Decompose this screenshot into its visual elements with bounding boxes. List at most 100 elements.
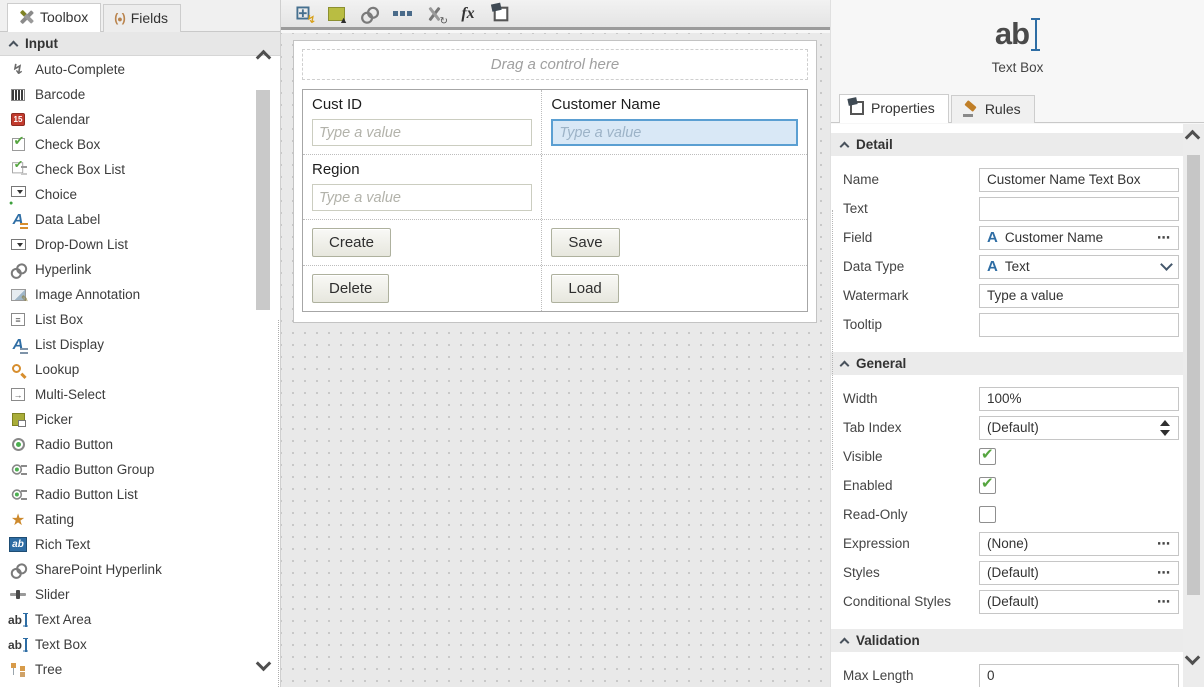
form-row: Delete Load <box>303 265 807 311</box>
max-length-field[interactable]: 0 <box>979 663 1179 687</box>
toolbox-item-sharepoint-hyperlink[interactable]: SharePoint Hyperlink <box>0 557 250 582</box>
read-only-checkbox[interactable] <box>979 506 996 523</box>
tools-refresh-icon[interactable]: ↻ <box>423 3 448 27</box>
toolbox-item-tree[interactable]: Tree <box>0 657 250 682</box>
toolbox-item-choice[interactable]: Choice <box>0 182 250 207</box>
toolbox-item-label: Calendar <box>35 112 90 127</box>
toolbox-panel: Toolbox (●) Fields Input ↯ Auto-Complete B… <box>0 0 281 687</box>
toolbox-item-label: Check Box <box>35 137 101 152</box>
expression-field[interactable]: (None) ⋯ <box>979 531 1179 556</box>
text-field[interactable] <box>979 196 1179 221</box>
form-export-icon[interactable]: ▲ <box>324 3 348 25</box>
toolbox-item-auto-complete[interactable]: ↯ Auto-Complete <box>0 57 250 82</box>
enabled-checkbox[interactable] <box>979 474 996 494</box>
textbox-control-icon: ab <box>995 18 1041 51</box>
form-cell <box>542 155 807 219</box>
toolbox-item-calendar[interactable]: 15 Calendar <box>0 107 250 132</box>
styles-field[interactable]: (Default) ⋯ <box>979 560 1179 585</box>
toolbox-item-radio-button-group[interactable]: Radio Button Group <box>0 457 250 482</box>
tab-index-field[interactable]: (Default) <box>979 415 1179 440</box>
form-cell: Cust ID Type a value <box>303 90 543 154</box>
scroll-down-icon[interactable] <box>1184 649 1201 666</box>
scroll-down-icon[interactable] <box>255 655 272 672</box>
toolbox-item-label: Hyperlink <box>35 262 92 277</box>
toolbox-scrollbar[interactable] <box>253 46 277 687</box>
toolbox-item-radio-button[interactable]: Radio Button <box>0 432 250 457</box>
toolbox-item-rich-text[interactable]: ab Rich Text <box>0 532 250 557</box>
customer-name-input[interactable]: Type a value <box>551 119 798 146</box>
toolbox-item-radio-button-list[interactable]: Radio Button List <box>0 482 250 507</box>
visible-checkbox[interactable] <box>979 445 996 465</box>
load-button[interactable]: Load <box>551 274 619 303</box>
toolbox-item-image-annotation[interactable]: ✎ Image Annotation <box>0 282 250 307</box>
tab-fields-label: Fields <box>130 10 169 26</box>
region-input[interactable]: Type a value <box>312 184 533 211</box>
tooltip-field[interactable] <box>979 312 1179 337</box>
panel-splitter[interactable] <box>832 210 833 470</box>
toolbox-item-slider[interactable]: Slider <box>0 582 250 607</box>
form-row: Region Type a value <box>303 154 807 219</box>
table-lightning-icon[interactable]: ⊞ ↯ <box>291 3 316 26</box>
width-field[interactable]: 100% <box>979 386 1179 411</box>
name-field[interactable]: Customer Name Text Box <box>979 167 1179 192</box>
tab-fields[interactable]: (●) Fields <box>103 4 182 32</box>
form-view[interactable]: Drag a control here Cust ID Type a value C… <box>293 40 817 323</box>
section-header-general[interactable]: General <box>831 352 1184 375</box>
toolbox-item-check-box[interactable]: ✔ Check Box <box>0 132 250 157</box>
picker-icon <box>8 411 28 429</box>
toolbox-item-rating[interactable]: ★ Rating <box>0 507 250 532</box>
rules-gavel-icon <box>962 102 978 117</box>
field-field[interactable]: A Customer Name ⋯ <box>979 225 1179 250</box>
toolbox-item-drop-down-list[interactable]: Drop-Down List <box>0 232 250 257</box>
ellipsis-icon[interactable]: ⋯ <box>1153 536 1171 552</box>
paste-tag-icon[interactable] <box>489 3 513 25</box>
spinner-control[interactable] <box>1160 419 1171 436</box>
unlink-icon[interactable] <box>357 3 381 25</box>
star-icon: ★ <box>10 511 26 529</box>
section-header-detail[interactable]: Detail <box>831 133 1184 156</box>
toolbox-item-barcode[interactable]: Barcode <box>0 82 250 107</box>
panel-splitter[interactable] <box>278 320 279 687</box>
design-area: ⊞ ↯ ▲ ↻ fx Drag a control here Cust ID Type a… <box>281 0 830 687</box>
scrollbar-thumb[interactable] <box>256 90 270 310</box>
toolbox-item-data-label[interactable]: A Data Label <box>0 207 250 232</box>
conditional-styles-field[interactable]: (Default) ⋯ <box>979 589 1179 614</box>
drop-zone[interactable]: Drag a control here <box>302 49 808 80</box>
ellipsis-icon[interactable] <box>390 3 414 25</box>
ellipsis-icon[interactable]: ⋯ <box>1153 230 1171 246</box>
save-button[interactable]: Save <box>551 228 620 257</box>
placeholder-text: Type a value <box>319 189 401 206</box>
toolbox-item-lookup[interactable]: Lookup <box>0 357 250 382</box>
input-section-header[interactable]: Input <box>0 32 280 56</box>
tab-properties[interactable]: Properties <box>839 94 949 123</box>
choice-icon <box>8 186 28 207</box>
toolbox-item-multi-select[interactable]: → Multi-Select <box>0 382 250 407</box>
toolbox-item-text-box[interactable]: ab Text Box <box>0 632 250 657</box>
scrollbar-thumb[interactable] <box>1187 155 1200 595</box>
form-cell: Region Type a value <box>303 155 543 219</box>
section-header-validation[interactable]: Validation <box>831 629 1184 652</box>
ellipsis-icon[interactable]: ⋯ <box>1153 594 1171 610</box>
tab-rules[interactable]: Rules <box>950 95 1035 123</box>
expression-fx-icon[interactable]: fx <box>456 3 480 25</box>
toolbox-item-list-box[interactable]: ≡ List Box <box>0 307 250 332</box>
toolbox-item-list-display[interactable]: A List Display <box>0 332 250 357</box>
toolbox-item-hyperlink[interactable]: Hyperlink <box>0 257 250 282</box>
tab-toolbox[interactable]: Toolbox <box>7 3 102 32</box>
properties-scrollbar[interactable] <box>1183 124 1204 687</box>
scroll-up-icon[interactable] <box>255 49 272 66</box>
create-button[interactable]: Create <box>312 228 392 257</box>
property-row-expression: Expression (None) ⋯ <box>831 529 1184 558</box>
scroll-up-icon[interactable] <box>1184 129 1201 146</box>
chevron-down-icon[interactable] <box>1160 257 1173 271</box>
design-canvas[interactable]: Drag a control here Cust ID Type a value C… <box>281 33 830 687</box>
ellipsis-icon[interactable]: ⋯ <box>1153 565 1171 581</box>
toolbox-item-picker[interactable]: Picker <box>0 407 250 432</box>
toolbox-item-label: List Display <box>35 337 105 352</box>
delete-button[interactable]: Delete <box>312 274 390 303</box>
watermark-field[interactable]: Type a value <box>979 283 1179 308</box>
cust-id-input[interactable]: Type a value <box>312 119 533 146</box>
data-type-field[interactable]: A Text <box>979 254 1179 279</box>
toolbox-item-text-area[interactable]: ab Text Area <box>0 607 250 632</box>
toolbox-item-check-box-list[interactable]: ✔ Check Box List <box>0 157 250 182</box>
